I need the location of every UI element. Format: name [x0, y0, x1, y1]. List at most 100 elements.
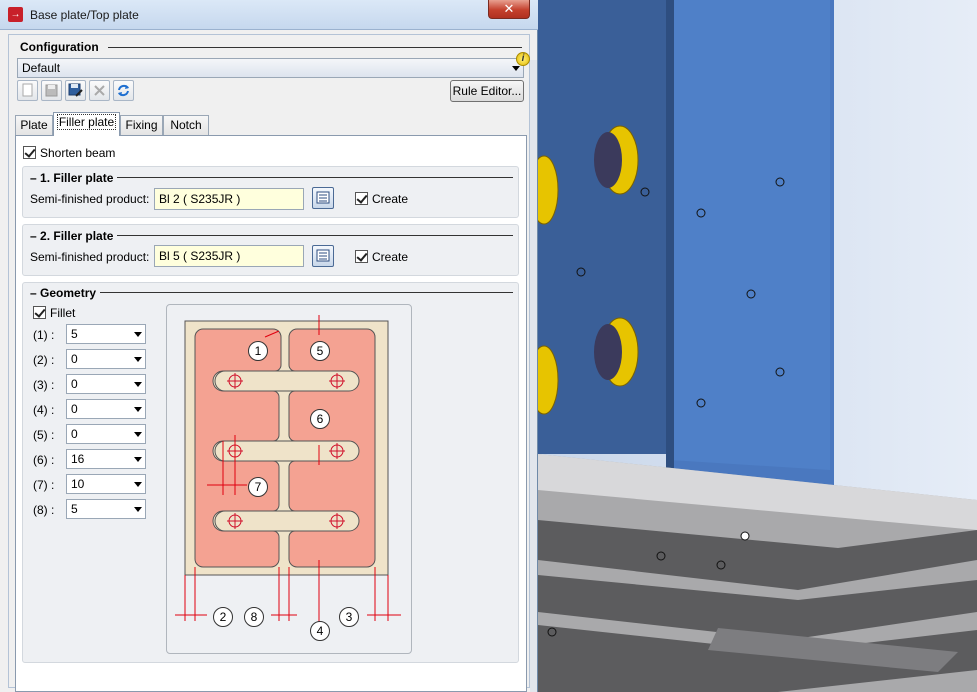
- param-5-label: (5) :: [33, 428, 55, 442]
- refresh-config-button[interactable]: [113, 80, 134, 101]
- refresh-icon: [118, 84, 129, 97]
- collapse-icon[interactable]: –: [30, 171, 37, 185]
- filler-plate-1-title: – 1. Filler plate: [30, 171, 118, 185]
- collapse-icon[interactable]: –: [30, 229, 37, 243]
- close-button[interactable]: ✕: [488, 0, 530, 19]
- title-bar: → Base plate/Top plate ✕: [0, 0, 538, 30]
- filler-plate-1-catalog-button[interactable]: [312, 187, 334, 209]
- 3d-model-render: [538, 0, 977, 692]
- new-config-button[interactable]: [17, 80, 38, 101]
- 3d-viewport[interactable]: [538, 0, 977, 692]
- diagram-callout-8: 8: [244, 607, 264, 627]
- param-2-label: (2) :: [33, 353, 55, 367]
- filler-plate-2-title-text: 2. Filler plate: [40, 229, 114, 243]
- collapse-icon[interactable]: –: [30, 286, 37, 300]
- diagram-callout-7: 7: [248, 477, 268, 497]
- filler-plate-2-title: – 2. Filler plate: [30, 229, 118, 243]
- param-1-select[interactable]: 5: [66, 324, 146, 344]
- param-3-label: (3) :: [33, 378, 55, 392]
- param-1-label: (1) :: [33, 328, 55, 342]
- tab-filler-plate[interactable]: Filler plate: [53, 112, 120, 136]
- chevron-down-icon: [134, 357, 142, 362]
- diagram-callout-4: 4: [310, 621, 330, 641]
- base-plate-dialog: → Base plate/Top plate ✕ Configuration D…: [0, 0, 538, 692]
- save-as-config-button[interactable]: [65, 80, 86, 101]
- shorten-beam-label: Shorten beam: [40, 146, 116, 160]
- tab-plate[interactable]: Plate: [15, 115, 53, 135]
- new-icon: [22, 83, 33, 97]
- rule-editor-button[interactable]: Rule Editor...: [450, 80, 524, 102]
- param-8-label: (8) :: [33, 503, 55, 517]
- save-as-icon: [68, 83, 83, 97]
- geometry-diagram: 1 5 6 7 28 43: [166, 304, 412, 654]
- tab-fixing[interactable]: Fixing: [120, 115, 163, 135]
- catalog-icon: [316, 191, 330, 204]
- param-2-select[interactable]: 0: [66, 349, 146, 369]
- delete-icon: [94, 85, 105, 96]
- filler-plate-drawing: [175, 315, 401, 625]
- param-3-value: 0: [71, 377, 78, 391]
- configuration-title: Configuration: [20, 40, 103, 54]
- app-icon: →: [8, 7, 23, 22]
- param-6-select[interactable]: 16: [66, 449, 146, 469]
- param-5-value: 0: [71, 427, 78, 441]
- param-8-select[interactable]: 5: [66, 499, 146, 519]
- diagram-callout-2: 2: [213, 607, 233, 627]
- filler-plate-2-create-checkbox[interactable]: [355, 250, 368, 263]
- catalog-icon: [316, 249, 330, 262]
- param-7-label: (7) :: [33, 478, 55, 492]
- window-title: Base plate/Top plate: [30, 8, 139, 22]
- info-icon[interactable]: i: [516, 52, 530, 66]
- param-4-label: (4) :: [33, 403, 55, 417]
- param-4-value: 0: [71, 402, 78, 416]
- chevron-down-icon: [512, 66, 520, 71]
- param-8-value: 5: [71, 502, 78, 516]
- chevron-down-icon: [134, 382, 142, 387]
- chevron-down-icon: [134, 332, 142, 337]
- geometry-divider: [97, 292, 513, 293]
- configuration-select[interactable]: Default: [17, 58, 524, 78]
- diagram-callout-5: 5: [310, 341, 330, 361]
- diagram-callout-3: 3: [339, 607, 359, 627]
- filler-plate-1-product-field[interactable]: Bl 2 ( S235JR ): [154, 188, 304, 210]
- param-6-label: (6) :: [33, 453, 55, 467]
- filler-plate-2-catalog-button[interactable]: [312, 245, 334, 267]
- tab-notch[interactable]: Notch: [163, 115, 209, 135]
- fillet-label: Fillet: [50, 306, 76, 320]
- param-2-value: 0: [71, 352, 78, 366]
- param-1-value: 5: [71, 327, 78, 341]
- geometry-title: – Geometry: [30, 286, 101, 300]
- configuration-divider: [108, 47, 522, 48]
- filler-plate-2-product-field[interactable]: Bl 5 ( S235JR ): [154, 245, 304, 267]
- param-7-value: 10: [71, 477, 85, 491]
- chevron-down-icon: [134, 482, 142, 487]
- filler-plate-1-product-label: Semi-finished product:: [30, 192, 150, 206]
- chevron-down-icon: [134, 457, 142, 462]
- tab-filler-plate-label: Filler plate: [56, 114, 117, 130]
- diagram-callout-1: 1: [248, 341, 268, 361]
- save-config-button[interactable]: [41, 80, 62, 101]
- param-3-select[interactable]: 0: [66, 374, 146, 394]
- filler-plate-1-create-label: Create: [372, 192, 409, 206]
- filler-plate-1-divider: [116, 177, 513, 178]
- geometry-title-text: Geometry: [40, 286, 97, 300]
- filler-plate-2-product-label: Semi-finished product:: [30, 250, 150, 264]
- chevron-down-icon: [134, 407, 142, 412]
- chevron-down-icon: [134, 507, 142, 512]
- shorten-beam-checkbox[interactable]: [23, 146, 36, 159]
- chevron-down-icon: [134, 432, 142, 437]
- filler-plate-1-create-checkbox[interactable]: [355, 192, 368, 205]
- filler-plate-2-create-label: Create: [372, 250, 409, 264]
- param-5-select[interactable]: 0: [66, 424, 146, 444]
- param-6-value: 16: [71, 452, 85, 466]
- diagram-callout-6: 6: [310, 409, 330, 429]
- filler-plate-2-divider: [116, 235, 513, 236]
- configuration-selected: Default: [22, 61, 61, 75]
- delete-config-button[interactable]: [89, 80, 110, 101]
- fillet-checkbox[interactable]: [33, 306, 46, 319]
- filler-plate-1-title-text: 1. Filler plate: [40, 171, 114, 185]
- dialog-scroll-edge[interactable]: [530, 60, 537, 692]
- param-4-select[interactable]: 0: [66, 399, 146, 419]
- param-7-select[interactable]: 10: [66, 474, 146, 494]
- save-icon: [45, 84, 58, 97]
